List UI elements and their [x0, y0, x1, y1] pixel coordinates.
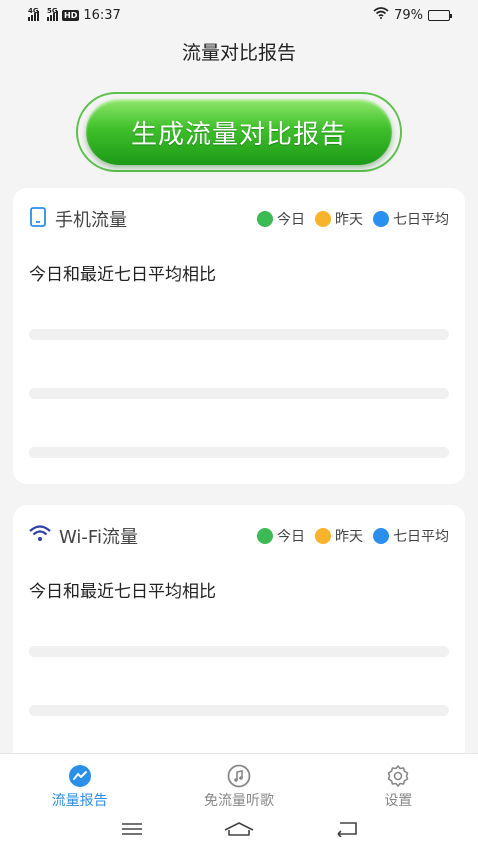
legend-yesterday: 昨天	[315, 526, 363, 546]
legend-dot	[373, 211, 389, 227]
generate-report-button[interactable]: 生成流量对比报告	[86, 99, 392, 165]
card-title: Wi-Fi流量	[59, 527, 138, 548]
progress-track-today	[29, 329, 449, 340]
legend-today: 今日	[257, 526, 305, 546]
tab-label: 设置	[384, 793, 413, 809]
back-icon[interactable]	[334, 821, 358, 841]
tab-settings[interactable]: 设置	[319, 754, 478, 811]
page-title: 流量对比报告	[181, 42, 296, 64]
music-icon	[227, 764, 251, 788]
legend-dot	[373, 528, 389, 544]
legend-seven-day-avg: 七日平均	[373, 526, 449, 546]
legend: 今日 昨天 七日平均	[257, 526, 449, 546]
phone-icon	[29, 207, 47, 231]
tab-free-music[interactable]: 免流量听歌	[159, 754, 318, 811]
battery-percent: 79%	[394, 7, 423, 23]
signal-5g-icon: 5G	[47, 7, 58, 21]
wifi-data-card: Wi-Fi流量 今日 昨天 七日平均 今日和最近七日平均相比	[13, 505, 465, 765]
progress-track-today	[29, 646, 449, 657]
progress-track-yesterday	[29, 705, 449, 716]
home-icon[interactable]	[223, 821, 255, 841]
legend-seven-day-avg: 七日平均	[373, 209, 449, 229]
wifi-icon	[29, 525, 51, 547]
bottom-tabbar: 流量报告 免流量听歌 设置	[0, 753, 478, 811]
card-title: 手机流量	[55, 210, 127, 231]
system-navbar	[0, 811, 478, 850]
status-bar: 4G 5G HD 16:37 79%	[0, 0, 478, 30]
legend-dot	[257, 528, 273, 544]
generate-button-wrap: 生成流量对比报告	[76, 92, 402, 172]
mobile-data-card: 手机流量 今日 昨天 七日平均 今日和最近七日平均相比	[13, 188, 465, 484]
tab-label: 免流量听歌	[203, 793, 274, 809]
legend: 今日 昨天 七日平均	[257, 209, 449, 229]
legend-dot	[315, 211, 331, 227]
tab-traffic-report[interactable]: 流量报告	[0, 754, 159, 811]
legend-yesterday: 昨天	[315, 209, 363, 229]
status-time: 16:37	[83, 7, 121, 23]
signal-4g-icon: 4G	[28, 7, 39, 21]
hd-badge: HD	[62, 9, 80, 21]
legend-today: 今日	[257, 209, 305, 229]
progress-track-seven-day	[29, 447, 449, 458]
menu-icon[interactable]	[120, 821, 144, 841]
wifi-status-icon	[373, 7, 389, 23]
card-subtitle: 今日和最近七日平均相比	[29, 265, 216, 285]
legend-dot	[257, 211, 273, 227]
chart-icon	[68, 764, 92, 788]
legend-dot	[315, 528, 331, 544]
card-subtitle: 今日和最近七日平均相比	[29, 582, 216, 602]
progress-track-yesterday	[29, 388, 449, 399]
gear-icon	[386, 764, 410, 788]
tab-label: 流量报告	[51, 793, 108, 809]
battery-icon	[428, 9, 452, 21]
